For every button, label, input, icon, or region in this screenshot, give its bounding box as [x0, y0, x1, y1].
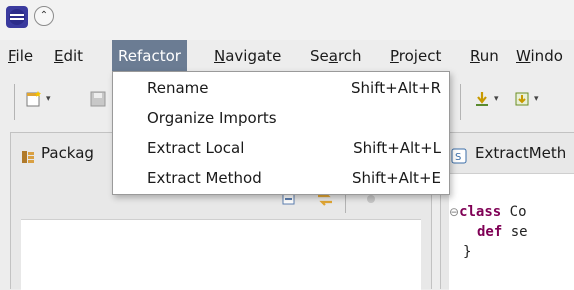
menu-item-organize-imports[interactable]: Organize Imports: [113, 104, 449, 132]
editor-area: S ExtractMeth ⊖class Co def se }: [440, 132, 574, 290]
window-titlebar: ⌃: [0, 0, 574, 40]
refactor-menu: Rename Shift+Alt+R Organize Imports Extr…: [112, 71, 450, 195]
code-line: def se: [477, 224, 528, 240]
menu-project[interactable]: Project: [384, 40, 447, 72]
save-icon[interactable]: [88, 89, 108, 109]
code-line: }: [463, 244, 472, 260]
debug-dropdown-icon[interactable]: ▾: [494, 94, 499, 104]
package-explorer-tree[interactable]: [21, 219, 421, 290]
menubar: File Edit Refactor Navigate Search Proje…: [0, 40, 574, 72]
package-explorer-icon: [21, 145, 35, 163]
menu-window[interactable]: Windo: [510, 40, 569, 72]
run-config-dropdown-icon[interactable]: ▾: [534, 94, 539, 104]
menu-file[interactable]: File: [2, 40, 39, 72]
toolbar-separator: [460, 84, 461, 120]
menu-navigate[interactable]: Navigate: [208, 40, 287, 72]
python-file-icon: S: [451, 145, 467, 164]
debug-icon[interactable]: [472, 89, 492, 109]
menu-item-extract-local[interactable]: Extract Local Shift+Alt+L: [113, 134, 449, 162]
menu-item-rename[interactable]: Rename Shift+Alt+R: [113, 74, 449, 102]
window-shade-button[interactable]: ⌃: [34, 6, 54, 26]
run-config-icon[interactable]: [512, 89, 532, 109]
tab-editor-file[interactable]: S ExtractMeth: [449, 139, 566, 167]
new-wizard-dropdown-icon[interactable]: ▾: [46, 94, 51, 104]
svg-text:S: S: [455, 152, 461, 163]
eclipse-app-icon[interactable]: [6, 6, 28, 28]
menu-refactor[interactable]: Refactor: [112, 40, 187, 72]
code-editor[interactable]: ⊖class Co def se }: [449, 173, 574, 290]
new-wizard-icon[interactable]: [24, 89, 44, 109]
fold-toggle-icon[interactable]: ⊖: [449, 205, 459, 219]
toolbar-separator: [14, 84, 15, 120]
code-line: ⊖class Co: [449, 204, 527, 220]
menu-item-extract-method[interactable]: Extract Method Shift+Alt+E: [113, 164, 449, 192]
menu-search[interactable]: Search: [304, 40, 368, 72]
menu-edit[interactable]: Edit: [48, 40, 89, 72]
tab-package-explorer[interactable]: Packag: [17, 139, 94, 167]
menu-run[interactable]: Run: [464, 40, 505, 72]
